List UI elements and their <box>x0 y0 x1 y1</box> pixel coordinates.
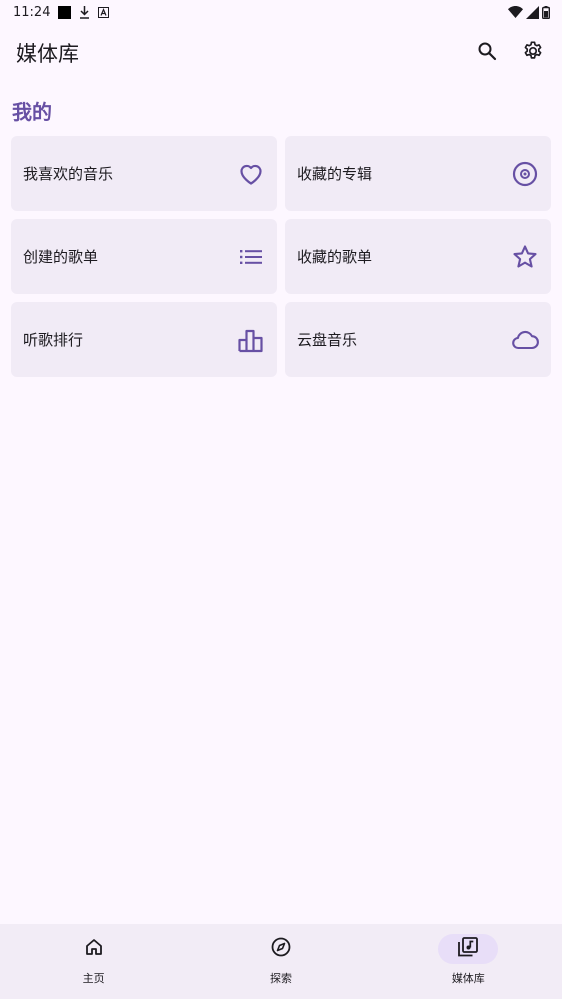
nav-label: 主页 <box>82 972 105 985</box>
card-saved-albums[interactable]: 收藏的专辑 <box>285 136 551 211</box>
card-label: 收藏的专辑 <box>297 165 373 183</box>
card-liked-music[interactable]: 我喜欢的音乐 <box>11 136 277 211</box>
nav-pill-active <box>438 934 499 964</box>
star-icon <box>511 243 539 271</box>
cloud-icon <box>511 326 539 354</box>
nav-label: 媒体库 <box>451 972 485 985</box>
nav-item-home[interactable]: 主页 <box>0 924 187 999</box>
screen: 11:24 媒体库 我的 我喜欢的音乐 收藏的专辑 创建的歌单 收藏的歌单 听歌… <box>0 0 562 999</box>
search-button[interactable] <box>464 30 510 76</box>
settings-button[interactable] <box>510 30 556 76</box>
nav-pill <box>251 934 311 964</box>
nav-label: 探索 <box>269 972 292 985</box>
card-created-playlists[interactable]: 创建的歌单 <box>11 219 277 294</box>
heart-icon <box>237 160 265 188</box>
status-time: 11:24 <box>13 4 51 20</box>
nav-pill <box>64 934 124 964</box>
library-music-icon <box>457 936 479 962</box>
download-icon <box>79 5 90 19</box>
app-bar-actions <box>464 30 556 76</box>
nav-item-library[interactable]: 媒体库 <box>375 924 562 999</box>
album-disc-icon <box>511 160 539 188</box>
app-a-icon <box>98 6 110 18</box>
battery-icon <box>542 5 550 19</box>
status-right <box>508 5 550 19</box>
search-icon <box>477 41 497 65</box>
card-label: 收藏的歌单 <box>297 248 373 266</box>
page-title: 媒体库 <box>16 42 79 66</box>
card-cloud-music[interactable]: 云盘音乐 <box>285 302 551 377</box>
card-saved-playlists[interactable]: 收藏的歌单 <box>285 219 551 294</box>
card-label: 创建的歌单 <box>23 248 99 266</box>
settings-gear-icon <box>522 40 544 66</box>
library-grid: 我喜欢的音乐 收藏的专辑 创建的歌单 收藏的歌单 听歌排行 云盘音乐 <box>11 136 551 377</box>
signal-icon <box>526 5 539 19</box>
card-label: 听歌排行 <box>23 331 84 349</box>
section-title: 我的 <box>12 100 52 124</box>
home-icon <box>84 937 104 961</box>
status-bar: 11:24 <box>0 0 562 24</box>
list-icon <box>237 243 265 271</box>
bottom-navigation: 主页 探索 媒体库 <box>0 924 562 999</box>
compass-icon <box>270 936 292 962</box>
ranking-bars-icon <box>237 326 265 354</box>
nav-item-explore[interactable]: 探索 <box>187 924 374 999</box>
status-left: 11:24 <box>13 4 110 20</box>
wifi-icon <box>508 6 523 18</box>
card-label: 云盘音乐 <box>297 331 358 349</box>
card-listening-ranking[interactable]: 听歌排行 <box>11 302 277 377</box>
card-label: 我喜欢的音乐 <box>23 165 114 183</box>
app-bar: 媒体库 <box>0 24 562 82</box>
notification-square-icon <box>58 5 72 19</box>
